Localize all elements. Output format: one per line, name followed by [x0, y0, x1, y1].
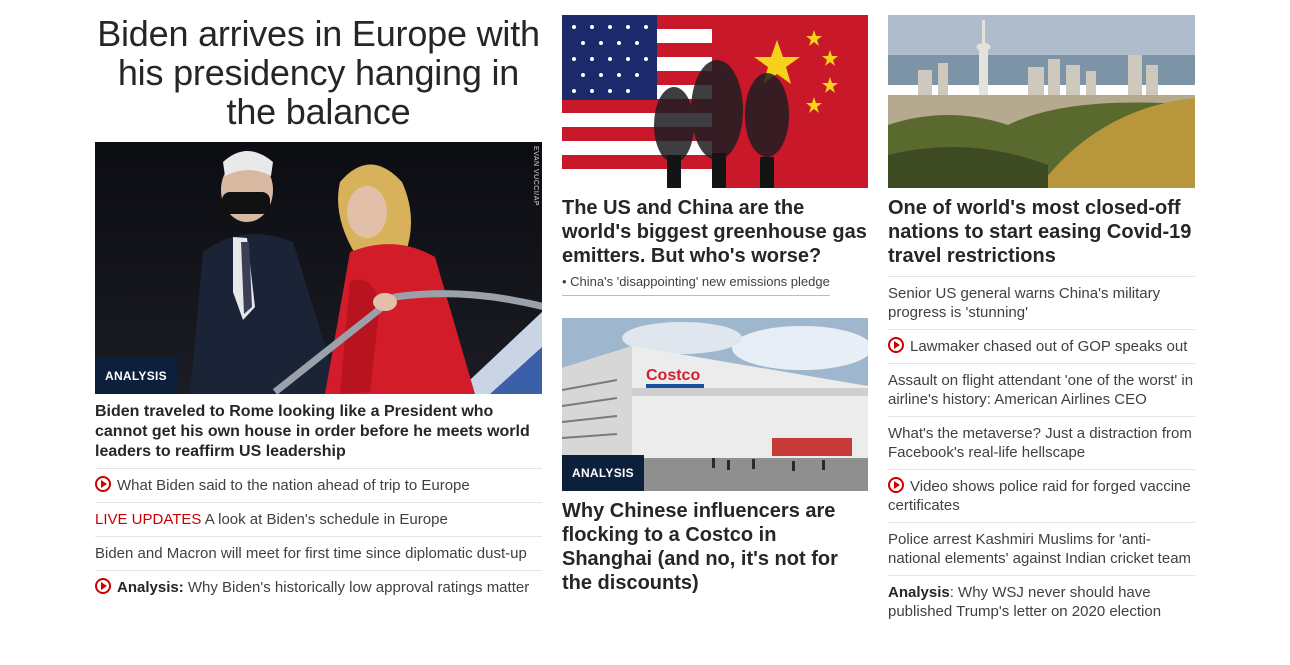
emissions-related-link[interactable]: • China's 'disappointing' new emissions …: [562, 273, 830, 296]
story-card-costco: Costco ANALYSIS Why Chinese influencers …: [562, 318, 868, 595]
link-text: Video shows police raid for forged vacci…: [888, 478, 1191, 514]
analysis-label: Analysis: [888, 584, 950, 601]
play-icon: [95, 476, 111, 492]
analysis-badge: ANALYSIS: [95, 358, 177, 394]
city-skyline-image[interactable]: [888, 15, 1195, 188]
related-link-flight-attendant[interactable]: Assault on flight attendant 'one of the …: [888, 364, 1195, 417]
related-link-metaverse[interactable]: What's the metaverse? Just a distraction…: [888, 417, 1195, 470]
flags-smokestacks-image[interactable]: [562, 15, 868, 188]
photo-credit: EVAN VUCCI/AP: [532, 146, 539, 207]
story-card-emissions: The US and China are the world's biggest…: [562, 15, 868, 296]
costco-headline[interactable]: Why Chinese influencers are flocking to …: [562, 499, 868, 595]
costco-sign: Costco: [646, 367, 700, 384]
link-text: Biden and Macron will meet for first tim…: [95, 545, 527, 562]
link-text: Police arrest Kashmiri Muslims for 'anti…: [888, 531, 1192, 567]
link-text: Lawmaker chased out of GOP speaks out: [910, 338, 1188, 355]
live-updates-label: LIVE UPDATES: [95, 511, 202, 528]
analysis-label: Analysis:: [117, 579, 184, 596]
play-icon: [95, 578, 111, 594]
right-related-links: Senior US general warns China's military…: [888, 276, 1195, 628]
analysis-badge: ANALYSIS: [562, 455, 644, 491]
related-link-vaccine-raid[interactable]: Video shows police raid for forged vacci…: [888, 470, 1195, 523]
top-story-column: Biden arrives in Europe with his preside…: [95, 0, 542, 604]
play-icon: [888, 337, 904, 353]
related-link-macron[interactable]: Biden and Macron will meet for first tim…: [95, 537, 542, 571]
travel-headline[interactable]: One of world's most closed-off nations t…: [888, 196, 1195, 268]
hero-headline[interactable]: Biden arrives in Europe with his preside…: [95, 14, 542, 131]
link-text: What Biden said to the nation ahead of t…: [117, 477, 470, 494]
hero-image[interactable]: EVAN VUCCI/AP ANALYSIS: [95, 142, 542, 394]
related-link-kashmir[interactable]: Police arrest Kashmiri Muslims for 'anti…: [888, 523, 1195, 576]
emissions-headline[interactable]: The US and China are the world's biggest…: [562, 196, 868, 268]
link-text: Assault on flight attendant 'one of the …: [888, 372, 1194, 408]
related-link-live-updates[interactable]: LIVE UPDATES A look at Biden's schedule …: [95, 503, 542, 537]
play-icon: [888, 477, 904, 493]
related-link-approval[interactable]: Analysis: Why Biden's historically low a…: [95, 571, 542, 604]
related-link-video-speech[interactable]: What Biden said to the nation ahead of t…: [95, 469, 542, 503]
link-text: What's the metaverse? Just a distraction…: [888, 425, 1192, 461]
right-column: One of world's most closed-off nations t…: [888, 0, 1195, 628]
related-link-wsj[interactable]: Analysis: Why WSJ never should have publ…: [888, 576, 1195, 628]
related-link-lawmaker[interactable]: Lawmaker chased out of GOP speaks out: [888, 330, 1195, 364]
link-text: Why Biden's historically low approval ra…: [183, 579, 530, 596]
costco-store-image[interactable]: Costco ANALYSIS: [562, 318, 868, 491]
hero-related-links: What Biden said to the nation ahead of t…: [95, 469, 542, 604]
related-link-china-military[interactable]: Senior US general warns China's military…: [888, 277, 1195, 330]
link-text: Senior US general warns China's military…: [888, 285, 1161, 321]
story-card-travel: One of world's most closed-off nations t…: [888, 15, 1195, 268]
middle-column: The US and China are the world's biggest…: [562, 0, 868, 595]
link-text: A look at Biden's schedule in Europe: [201, 511, 448, 528]
hero-lead-link[interactable]: Biden traveled to Rome looking like a Pr…: [95, 402, 542, 469]
